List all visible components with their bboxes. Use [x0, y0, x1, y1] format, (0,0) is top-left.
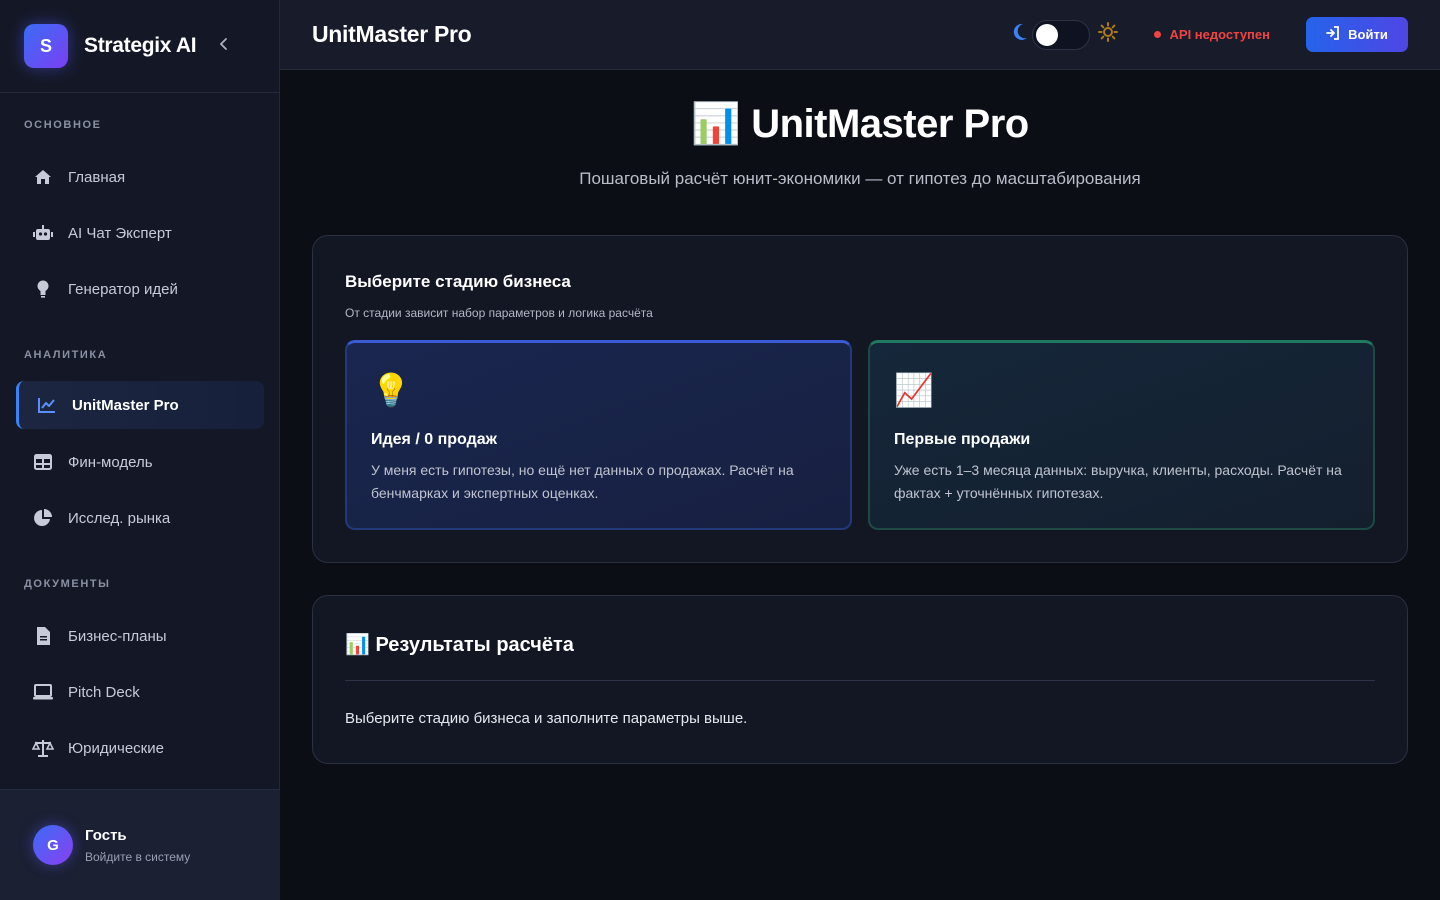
sidebar-item-pitch-deck[interactable]: Pitch Deck	[16, 668, 264, 716]
sidebar-item-label: AI Чат Эксперт	[68, 224, 172, 242]
chart-line-icon	[36, 394, 58, 416]
sidebar-item-ai-chat[interactable]: AI Чат Эксперт	[16, 209, 264, 257]
pie-chart-icon	[32, 507, 54, 529]
brand: S Strategix AI	[0, 0, 279, 93]
card-description: Уже есть 1–3 месяца данных: выручка, кли…	[894, 462, 1342, 501]
lightbulb-icon	[32, 278, 54, 300]
card-description: У меня есть гипотезы, но ещё нет данных …	[371, 462, 794, 501]
robot-icon	[32, 222, 54, 244]
stage-subtitle: От стадии зависит набор параметров и лог…	[345, 306, 653, 320]
sidebar-item-label: Генератор идей	[68, 280, 178, 298]
sidebar-item-market-research[interactable]: Исслед. рынка	[16, 494, 264, 542]
chevron-left-icon[interactable]	[216, 36, 232, 57]
section-title-analytics: АНАЛИТИКА	[24, 349, 108, 361]
sidebar-item-legal[interactable]: Юридические	[16, 724, 264, 772]
laptop-icon	[32, 681, 54, 703]
section-title-documents: ДОКУМЕНТЫ	[24, 578, 111, 590]
home-icon	[32, 166, 54, 188]
sun-icon	[1097, 22, 1118, 47]
scales-icon	[32, 737, 54, 759]
lightbulb-icon: 💡	[371, 372, 411, 408]
avatar[interactable]: G	[33, 825, 73, 865]
user-profile[interactable]: G Гость Войдите в систему	[0, 789, 280, 900]
sign-in-icon	[1326, 26, 1340, 43]
sidebar-item-label: Бизнес-планы	[68, 627, 167, 645]
toggle-knob	[1035, 23, 1058, 46]
top-bar: UnitMaster Pro API недоступен Войти	[280, 0, 1440, 70]
results-panel: 📊 Результаты расчёта Выберите стадию биз…	[312, 595, 1408, 764]
brand-name: Strategix AI	[84, 34, 197, 57]
sidebar-item-fin-model[interactable]: Фин-модель	[16, 438, 264, 486]
file-icon	[32, 625, 54, 647]
user-subtitle: Войдите в систему	[85, 849, 191, 864]
sidebar-item-label: Юридические	[68, 739, 164, 757]
header-controls: API недоступен Войти	[1012, 17, 1408, 52]
stage-title: Выберите стадию бизнеса	[345, 272, 571, 291]
sidebar-item-label: UnitMaster Pro	[72, 396, 179, 414]
card-title: Идея / 0 продаж	[371, 431, 497, 448]
hero-subtitle: Пошаговый расчёт юнит-экономики — от гип…	[579, 169, 1141, 188]
stage-card-first-sales[interactable]: 📈 Первые продажи Уже есть 1–3 месяца дан…	[868, 340, 1375, 530]
sidebar-item-label: Исслед. рынка	[68, 509, 171, 527]
sidebar-item-home[interactable]: Главная	[16, 153, 264, 201]
sidebar-item-idea-generator[interactable]: Генератор идей	[16, 265, 264, 313]
user-name: Гость	[85, 826, 127, 844]
card-title: Первые продажи	[894, 431, 1031, 448]
sidebar-item-business-plans[interactable]: Бизнес-планы	[16, 612, 264, 660]
sidebar-item-label: Главная	[68, 168, 126, 186]
section-title-main: ОСНОВНОЕ	[24, 119, 102, 131]
sidebar-item-label: Pitch Deck	[68, 683, 140, 701]
stage-card-idea[interactable]: 💡 Идея / 0 продаж У меня есть гипотезы, …	[345, 340, 852, 530]
login-button[interactable]: Войти	[1306, 17, 1408, 52]
login-label: Войти	[1348, 27, 1388, 42]
table-icon	[32, 451, 54, 473]
stage-selection-panel: Выберите стадию бизнеса От стадии зависи…	[312, 235, 1408, 563]
page-title: UnitMaster Pro	[312, 21, 472, 47]
chart-increasing-icon: 📈	[894, 372, 934, 408]
theme-toggle[interactable]	[1031, 19, 1090, 50]
moon-icon	[1012, 23, 1028, 46]
api-status-label: API недоступен	[1169, 27, 1270, 42]
status-dot	[1153, 31, 1161, 38]
hero-title: 📊 UnitMaster Pro	[691, 102, 1029, 146]
results-title: 📊 Результаты расчёта	[345, 634, 574, 656]
api-status-badge: API недоступен	[1153, 27, 1270, 42]
results-message: Выберите стадию бизнеса и заполните пара…	[345, 710, 748, 727]
user-meta: Гость Войдите в систему	[85, 827, 190, 864]
sidebar: S Strategix AI ОСНОВНОЕ Главная AI Чат Э…	[0, 0, 280, 900]
sidebar-item-unitmaster[interactable]: UnitMaster Pro	[16, 381, 264, 429]
sidebar-item-label: Фин-модель	[68, 453, 153, 471]
brand-logo[interactable]: S	[24, 24, 68, 68]
divider	[345, 680, 1375, 681]
